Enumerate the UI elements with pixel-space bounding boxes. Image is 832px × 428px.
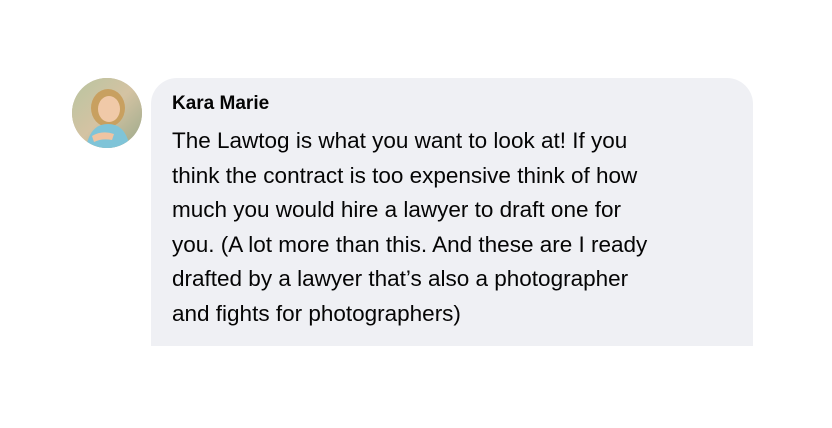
comment-author[interactable]: Kara Marie xyxy=(172,92,733,116)
comment-bubble: Kara Marie The Lawtog is what you want t… xyxy=(151,78,753,346)
comment-body-line: think the contract is too expensive thin… xyxy=(172,162,638,188)
avatar[interactable] xyxy=(72,78,142,148)
comment-body-line: drafted by a lawyer that’s also a photog… xyxy=(172,266,629,291)
comment-body-line: you. (A lot more than this. And these ar… xyxy=(172,231,648,257)
comment-body-line: and fights for photographers) xyxy=(172,300,461,326)
profile-photo-icon xyxy=(72,78,142,148)
comment-body: The Lawtog is what you want to look at! … xyxy=(172,124,733,331)
comment-body-line: much you would hire a lawyer to draft on… xyxy=(172,197,621,222)
comment-body-line: The Lawtog is what you want to look at! … xyxy=(172,128,628,153)
